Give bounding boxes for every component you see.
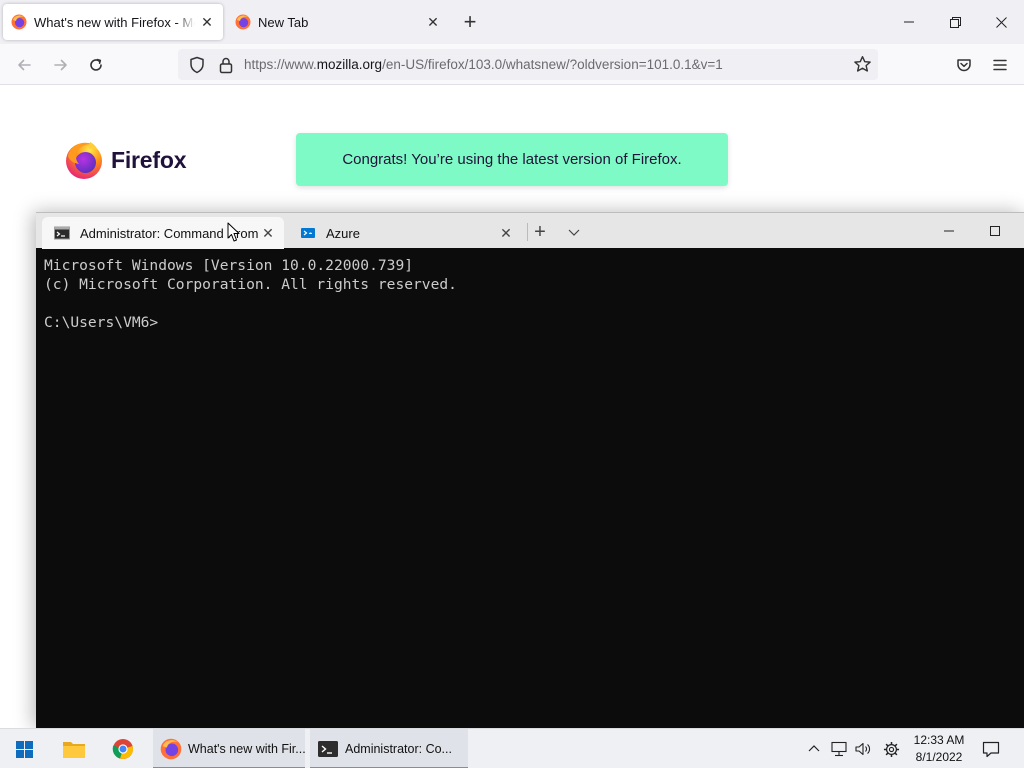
notifications-button[interactable] <box>978 736 1004 762</box>
terminal-console-output[interactable]: Microsoft Windows [Version 10.0.22000.73… <box>44 256 457 332</box>
back-button[interactable] <box>9 50 39 80</box>
chevron-down-icon <box>568 229 580 236</box>
firefox-icon <box>160 738 182 760</box>
firefox-tab-strip: What's new with Firefox - More ✕ New Tab… <box>0 0 1024 44</box>
network-icon <box>831 741 847 757</box>
new-terminal-tab-button[interactable]: + <box>529 221 551 243</box>
firefox-favicon-icon <box>235 14 251 30</box>
windows-taskbar: What's new with Fir... Administrator: Co… <box>0 728 1024 768</box>
console-line: (c) Microsoft Corporation. All rights re… <box>44 276 457 293</box>
taskbar-app-label: Administrator: Co... <box>345 742 452 756</box>
tab-divider <box>527 223 528 241</box>
clock-date: 8/1/2022 <box>915 750 963 764</box>
terminal-window[interactable]: Administrator: Command Prompt ✕ Azure ✕ … <box>36 212 1024 728</box>
bookmark-star-icon[interactable] <box>853 55 872 74</box>
terminal-icon <box>318 741 338 757</box>
pocket-button[interactable] <box>949 50 979 80</box>
minimize-button[interactable] <box>886 0 932 44</box>
folder-icon <box>63 742 85 758</box>
console-line: Microsoft Windows [Version 10.0.22000.73… <box>44 257 414 274</box>
restore-button[interactable] <box>932 0 978 44</box>
back-arrow-icon <box>18 59 31 71</box>
close-icon <box>995 16 1007 28</box>
address-bar[interactable]: https://www.mozilla.org/en-US/firefox/10… <box>178 49 878 80</box>
new-tab-button[interactable]: + <box>456 8 484 36</box>
terminal-tab-bar: Administrator: Command Prompt ✕ Azure ✕ … <box>36 212 1024 249</box>
windows-logo-icon <box>15 740 33 758</box>
file-explorer-button[interactable] <box>50 729 98 768</box>
show-hidden-icons-button[interactable] <box>803 738 825 760</box>
firefox-favicon-icon <box>11 14 27 30</box>
reload-button[interactable] <box>81 50 111 80</box>
tab-title: What's new with Firefox - More <box>34 14 195 30</box>
close-tab-icon[interactable]: ✕ <box>421 10 445 34</box>
settings-tray-button[interactable] <box>880 738 902 760</box>
terminal-maximize-button[interactable] <box>972 213 1018 249</box>
terminal-tab-title: Azure <box>326 225 360 241</box>
gear-icon <box>883 741 899 757</box>
start-button[interactable] <box>0 729 48 768</box>
url-path: /en-US/firefox/103.0/whatsnew/?oldversio… <box>382 57 723 72</box>
speaker-icon <box>855 742 870 756</box>
forward-arrow-icon <box>54 59 67 71</box>
reload-icon <box>90 58 102 71</box>
volume-tray-button[interactable] <box>852 738 874 760</box>
forward-button[interactable] <box>46 50 76 80</box>
maximize-icon <box>990 226 1000 236</box>
close-tab-icon[interactable]: ✕ <box>258 223 278 243</box>
pocket-icon <box>957 59 971 72</box>
url-text[interactable]: https://www.mozilla.org/en-US/firefox/10… <box>244 57 723 72</box>
url-prefix: https://www. <box>244 57 317 72</box>
close-tab-icon[interactable]: ✕ <box>195 10 219 34</box>
profile-dropdown-button[interactable] <box>563 221 585 243</box>
command-prompt-icon <box>54 226 70 240</box>
firefox-tab-whatsnew[interactable]: What's new with Firefox - More ✕ <box>3 4 223 40</box>
terminal-tab-command-prompt[interactable]: Administrator: Command Prompt ✕ <box>42 217 284 249</box>
lock-icon[interactable] <box>218 56 234 74</box>
app-menu-button[interactable] <box>985 50 1015 80</box>
congrats-banner: Congrats! You’re using the latest versio… <box>296 133 728 186</box>
restore-icon <box>949 16 961 28</box>
terminal-tab-azure[interactable]: Azure ✕ <box>288 217 522 249</box>
firefox-logo[interactable]: Firefox <box>64 140 186 180</box>
hamburger-menu-icon <box>993 59 1007 71</box>
tab-title: New Tab <box>258 14 309 30</box>
network-tray-button[interactable] <box>828 738 850 760</box>
chevron-up-icon <box>808 745 820 752</box>
firefox-wordmark: Firefox <box>111 146 187 173</box>
firefox-tab-newtab[interactable]: New Tab ✕ <box>227 4 449 40</box>
chrome-button[interactable] <box>99 729 147 768</box>
taskbar-terminal-app[interactable]: Administrator: Co... <box>310 729 468 768</box>
console-prompt: C:\Users\VM6> <box>44 314 159 331</box>
firefox-logo-icon <box>66 142 102 179</box>
chrome-icon <box>112 739 133 759</box>
firefox-navigation-bar: https://www.mozilla.org/en-US/firefox/10… <box>0 44 1024 85</box>
tracking-protection-shield-icon[interactable] <box>188 56 206 74</box>
system-clock[interactable]: 12:33 AM 8/1/2022 <box>906 732 972 766</box>
minimize-icon <box>944 230 954 232</box>
notification-speech-bubble-icon <box>982 741 1000 757</box>
close-tab-icon[interactable]: ✕ <box>496 223 516 243</box>
azure-cloud-shell-icon <box>301 228 315 238</box>
terminal-minimize-button[interactable] <box>926 213 972 249</box>
close-window-button[interactable] <box>978 0 1024 44</box>
mouse-pointer-icon <box>227 222 240 242</box>
minimize-icon <box>904 21 914 23</box>
url-domain: mozilla.org <box>316 57 383 72</box>
clock-time: 12:33 AM <box>913 733 965 747</box>
taskbar-firefox-app[interactable]: What's new with Fir... <box>153 729 305 768</box>
taskbar-app-label: What's new with Fir... <box>188 742 305 756</box>
